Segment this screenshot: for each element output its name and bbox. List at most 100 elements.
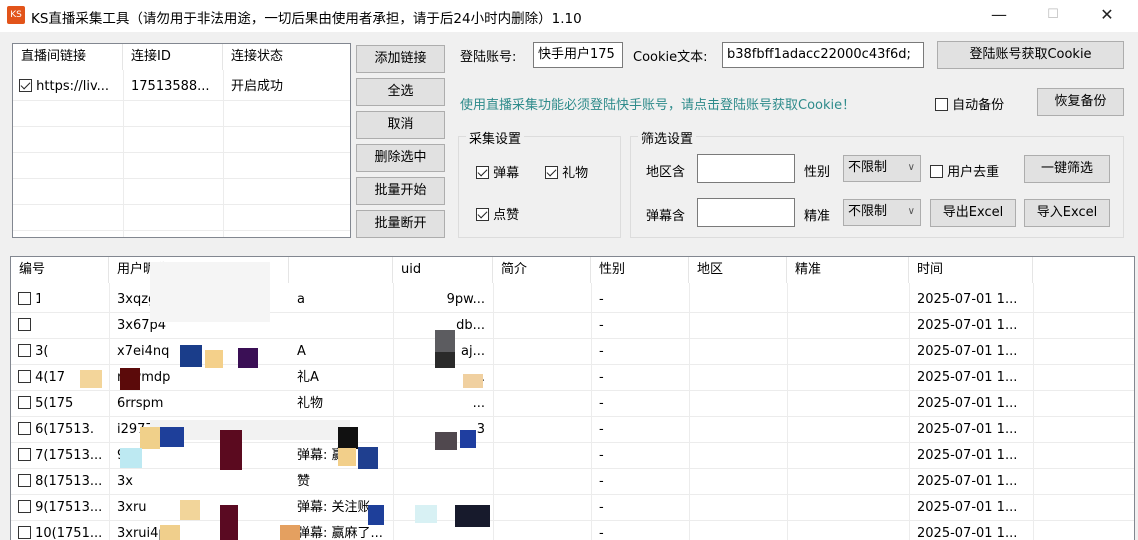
result-row-gender: - (599, 526, 604, 540)
title-bar: KS KS直播采集工具（请勿用于非法用途，一切后果由使用者承担，请于后24小时内… (0, 0, 1138, 32)
like-box[interactable] (476, 208, 489, 221)
result-row-checkbox[interactable] (18, 474, 31, 487)
privacy-mosaic (180, 500, 200, 520)
window-title: KS直播采集工具（请勿用于非法用途，一切后果由使用者承担，请于后24小时内删除）… (31, 11, 582, 27)
result-row-gender: - (599, 292, 604, 307)
result-row-checkbox[interactable] (18, 500, 31, 513)
export-excel-button[interactable]: 导出Excel (930, 199, 1016, 227)
cookie-label: Cookie文本: (633, 50, 708, 65)
one-click-filter-button[interactable]: 一键筛选 (1024, 155, 1110, 183)
privacy-mosaic (220, 430, 242, 470)
cookie-input[interactable]: b38fbff1adacc22000c43f6d; (722, 42, 924, 68)
room-col-id[interactable]: 连接ID (123, 44, 223, 70)
result-row-checkbox[interactable] (18, 344, 31, 357)
maximize-button[interactable]: ☐ (1030, 0, 1076, 32)
room-row-checkbox[interactable] (19, 79, 32, 92)
result-row-no[interactable]: 6(17513. (11, 417, 109, 443)
danmu-checkbox[interactable]: 弹幕 (476, 162, 519, 181)
privacy-mosaic (463, 374, 483, 388)
batch-stop-button[interactable]: 批量断开 (356, 210, 445, 238)
col-time[interactable]: 时间 (909, 257, 1033, 283)
room-col-link[interactable]: 直播间链接 (13, 44, 123, 70)
account-input[interactable]: 快手用户175 (533, 42, 623, 68)
dedupe-box[interactable] (930, 165, 943, 178)
like-checkbox[interactable]: 点赞 (476, 204, 519, 223)
result-row-no[interactable]: 10(1751... (11, 521, 109, 540)
privacy-mosaic (460, 430, 476, 448)
privacy-mosaic (120, 368, 140, 390)
result-row-checkbox[interactable] (18, 370, 31, 383)
col-bio[interactable]: 简介 (493, 257, 591, 283)
result-row-no[interactable]: 7(17513... (11, 443, 109, 469)
result-row-checkbox[interactable] (18, 396, 31, 409)
result-row-content: 礼物 (297, 396, 324, 411)
minimize-button[interactable]: — (976, 0, 1022, 32)
result-row-time: 2025-07-01 1... (917, 370, 1018, 385)
close-button[interactable]: ✕ (1084, 0, 1130, 32)
result-row-checkbox[interactable] (18, 448, 31, 461)
gender-select[interactable]: 不限制 ∨ (843, 155, 921, 182)
result-row-nickname: 3x (117, 474, 133, 489)
privacy-mosaic (435, 352, 455, 368)
chevron-down-icon: ∨ (907, 206, 915, 217)
result-row-time: 2025-07-01 1... (917, 474, 1018, 489)
gift-box[interactable] (545, 166, 558, 179)
dedupe-checkbox[interactable]: 用户去重 (930, 161, 999, 180)
col-gender[interactable]: 性别 (591, 257, 689, 283)
result-row-content: 赞 (297, 474, 311, 489)
room-row-id: 17513588... (131, 79, 210, 94)
auto-backup-checkbox[interactable]: 自动备份 (935, 94, 1004, 113)
col-uid[interactable]: uid (393, 257, 493, 283)
result-row-nickname: 3xrui4p (117, 526, 167, 540)
privacy-mosaic (80, 370, 102, 388)
result-row-time: 2025-07-01 1... (917, 526, 1018, 540)
result-row-time: 2025-07-01 1... (917, 318, 1018, 333)
privacy-mosaic (120, 448, 142, 468)
select-all-button[interactable]: 全选 (356, 78, 445, 106)
result-row-checkbox[interactable] (18, 526, 31, 539)
room-col-status[interactable]: 连接状态 (223, 44, 350, 70)
danmu-filter-input[interactable] (697, 198, 795, 227)
result-row-no[interactable]: 8(17513... (11, 469, 109, 495)
result-row-no[interactable]: 3( (11, 339, 109, 365)
restore-backup-button[interactable]: 恢复备份 (1037, 88, 1124, 116)
add-link-button[interactable]: 添加链接 (356, 45, 445, 73)
result-row-no[interactable] (11, 313, 109, 339)
privacy-mosaic (415, 505, 437, 523)
privacy-mosaic (358, 447, 378, 469)
delete-selected-button[interactable]: 删除选中 (356, 144, 445, 172)
col-precise[interactable]: 精准 (787, 257, 909, 283)
precise-select[interactable]: 不限制 ∨ (843, 199, 921, 226)
region-label: 地区含 (646, 165, 686, 180)
batch-start-button[interactable]: 批量开始 (356, 177, 445, 205)
result-row-no[interactable]: 9(17513... (11, 495, 109, 521)
privacy-mosaic (160, 427, 184, 447)
result-row-gender: - (599, 422, 604, 437)
result-row-no[interactable]: 5(175 (11, 391, 109, 417)
col-content[interactable] (289, 257, 393, 283)
result-row-checkbox[interactable] (18, 292, 31, 305)
result-row-time: 2025-07-01 1... (917, 292, 1018, 307)
gender-label: 性别 (804, 165, 831, 180)
room-row-link[interactable]: https://liv... (13, 74, 123, 100)
import-excel-button[interactable]: 导入Excel (1024, 199, 1110, 227)
account-label: 登陆账号: (460, 50, 517, 65)
auto-backup-box[interactable] (935, 98, 948, 111)
result-row-checkbox[interactable] (18, 422, 31, 435)
cancel-button[interactable]: 取消 (356, 111, 445, 139)
chevron-down-icon: ∨ (907, 162, 915, 173)
result-row-checkbox[interactable] (18, 318, 31, 331)
get-cookie-button[interactable]: 登陆账号获取Cookie (937, 41, 1124, 69)
region-input[interactable] (697, 154, 795, 183)
result-row-time: 2025-07-01 1... (917, 344, 1018, 359)
gift-checkbox[interactable]: 礼物 (545, 162, 588, 181)
precise-label: 精准 (804, 209, 831, 224)
col-region[interactable]: 地区 (689, 257, 787, 283)
danmu-box[interactable] (476, 166, 489, 179)
result-row-gender: - (599, 318, 604, 333)
result-row-gender: - (599, 500, 604, 515)
privacy-mosaic (238, 348, 258, 368)
room-list[interactable]: 直播间链接 连接ID 连接状态 https://liv... 17513588.… (12, 43, 351, 238)
privacy-mosaic (150, 262, 270, 322)
result-row-time: 2025-07-01 1... (917, 448, 1018, 463)
